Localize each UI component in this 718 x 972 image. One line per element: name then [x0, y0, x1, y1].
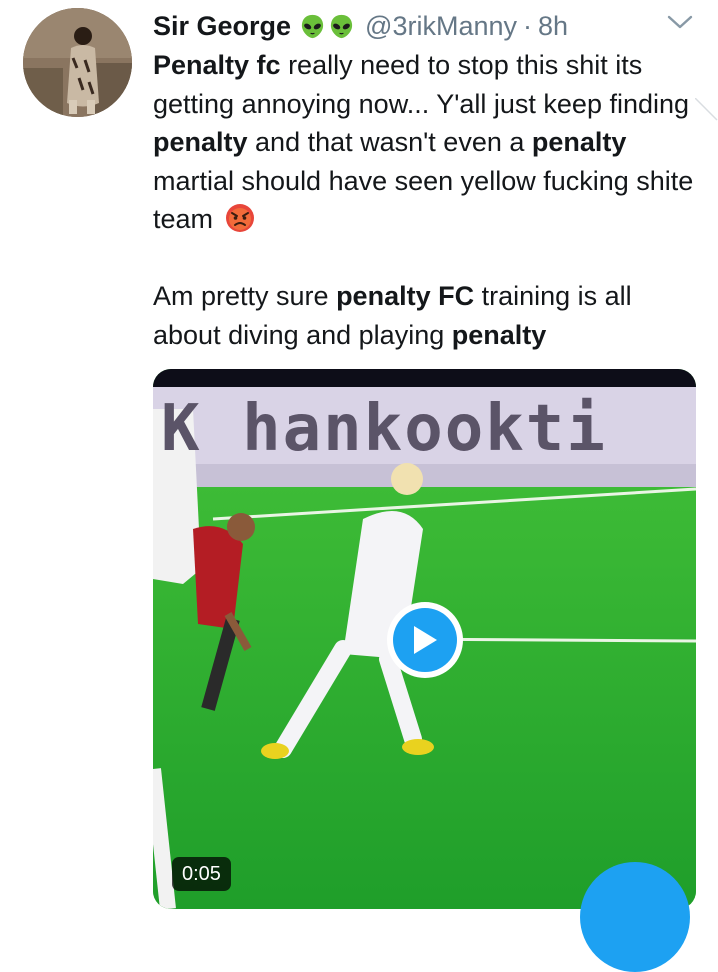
text-segment[interactable]: penalty: [153, 127, 248, 157]
avatar[interactable]: [23, 8, 132, 117]
play-button-inner: [393, 608, 457, 672]
tweet-text: Penalty fc really need to stop this shit…: [153, 46, 698, 354]
play-button[interactable]: [387, 602, 463, 678]
text-segment[interactable]: penalty: [532, 127, 627, 157]
compose-button[interactable]: [580, 862, 690, 972]
play-icon: [414, 626, 437, 654]
alien-emoji-icon: [330, 14, 353, 38]
angry-face-emoji-icon: [225, 204, 254, 232]
user-handle[interactable]: @3rikManny: [365, 11, 517, 42]
text-segment[interactable]: penalty FC: [336, 281, 474, 311]
tweet-time[interactable]: 8h: [538, 11, 568, 42]
tweet-paragraph-1: Penalty fc really need to stop this shit…: [153, 46, 698, 239]
video-duration-badge: 0:05: [172, 857, 231, 891]
text-segment[interactable]: Penalty fc: [153, 50, 281, 80]
alien-emoji-icon: [301, 14, 324, 38]
separator-dot: ·: [523, 10, 533, 41]
name-emojis: [299, 13, 355, 40]
text-segment: and that wasn't even a: [247, 127, 532, 157]
card-edge-decoration: [695, 98, 718, 121]
tweet-header: Sir George @3rikManny · 8h: [153, 8, 568, 44]
chevron-down-icon[interactable]: [665, 10, 695, 34]
avatar-photo: [23, 8, 132, 117]
text-segment: Am pretty sure: [153, 281, 337, 311]
display-name[interactable]: Sir George: [153, 11, 291, 42]
tweet-paragraph-2: Am pretty sure penalty FC training is al…: [153, 277, 698, 354]
text-segment[interactable]: penalty: [452, 320, 547, 350]
video-banner-text: K hankookti: [161, 392, 607, 466]
